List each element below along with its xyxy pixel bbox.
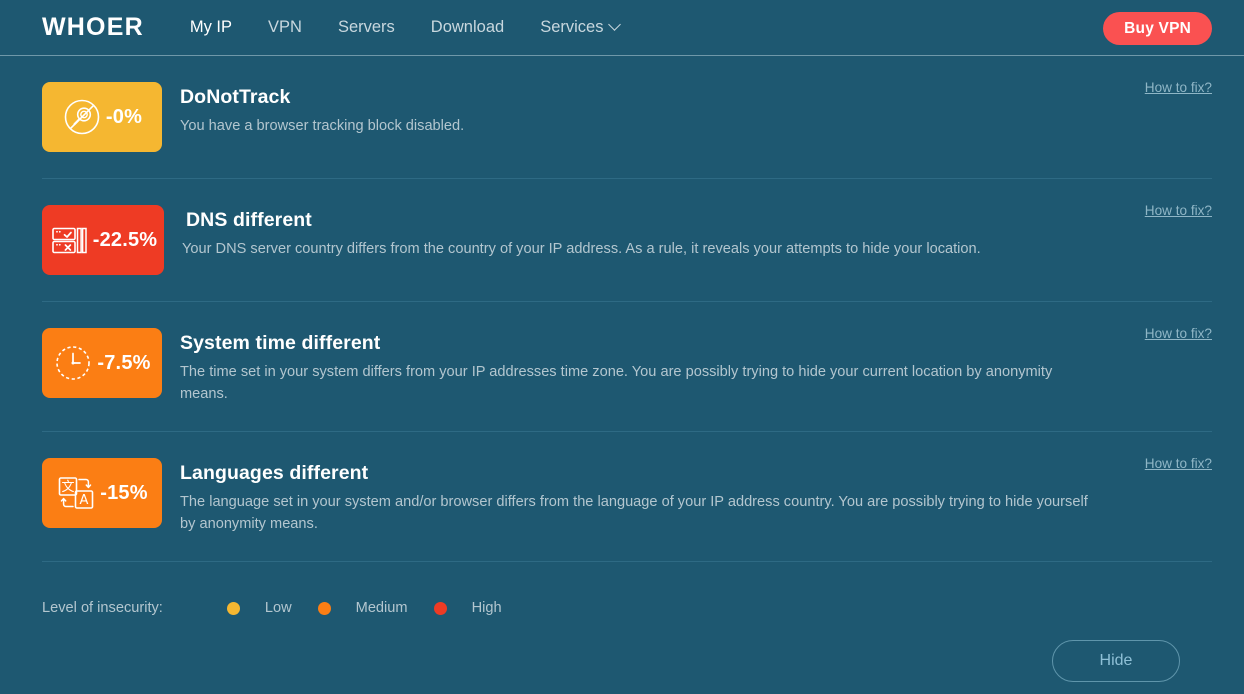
dns-server-icon xyxy=(51,227,87,254)
legend-text-medium: Medium xyxy=(355,600,408,617)
legend-label: Level of insecurity: xyxy=(42,600,163,617)
clock-icon xyxy=(56,346,91,380)
svg-text:A: A xyxy=(80,493,89,508)
severity-percent: -22.5% xyxy=(92,228,158,251)
row-title: Languages different xyxy=(180,462,369,485)
legend-item-medium: Medium xyxy=(317,600,408,617)
row-body: DNS different Your DNS server country di… xyxy=(182,205,1212,261)
row-title: DoNotTrack xyxy=(180,86,291,108)
svg-text:文: 文 xyxy=(62,480,75,495)
severity-badge-dns: -22.5% xyxy=(42,205,164,275)
legend-dot-medium xyxy=(317,601,331,615)
severity-badge-donottrack: -0% xyxy=(42,82,162,152)
insecurity-list: -0% DoNotTrack You have a browser tracki… xyxy=(42,56,1212,561)
nav-label-services: Services xyxy=(540,18,604,36)
chevron-down-icon xyxy=(608,18,622,31)
footer-actions: Hide xyxy=(42,616,1212,683)
legend: Level of insecurity: Low Medium High xyxy=(42,562,1212,616)
how-to-fix-link[interactable]: How to fix? xyxy=(1145,456,1212,471)
list-item: -7.5% System time different The time set… xyxy=(42,301,1212,431)
legend-section: Level of insecurity: Low Medium High xyxy=(42,561,1212,616)
nav-label-my-ip: My IP xyxy=(189,18,232,36)
row-description: The time set in your system differs from… xyxy=(180,364,1053,402)
nav-item-download[interactable]: Download xyxy=(431,18,504,37)
list-item: -0% DoNotTrack You have a browser tracki… xyxy=(42,56,1212,178)
nav-item-services[interactable]: Services xyxy=(540,18,622,37)
site-logo[interactable]: WHOER xyxy=(42,15,144,40)
main-navigation: My IP VPN Servers Download Services xyxy=(190,18,622,37)
row-description: Your DNS server country differs from the… xyxy=(182,241,981,257)
legend-item-low: Low xyxy=(226,600,292,617)
how-to-fix-link[interactable]: How to fix? xyxy=(1145,326,1212,341)
translate-icon: 文 A xyxy=(58,477,94,509)
how-to-fix-link[interactable]: How to fix? xyxy=(1145,203,1212,218)
no-track-icon xyxy=(64,99,100,135)
row-body: DoNotTrack You have a browser tracking b… xyxy=(180,82,1212,138)
severity-badge-languages: 文 A -15% xyxy=(42,458,162,529)
severity-percent: -7.5% xyxy=(97,351,151,374)
row-description: You have a browser tracking block disabl… xyxy=(180,118,465,134)
nav-item-my-ip[interactable]: My IP xyxy=(190,18,232,37)
site-header: WHOER My IP VPN Servers Download Service… xyxy=(0,0,1244,56)
row-title: DNS different xyxy=(186,209,312,231)
how-to-fix-link[interactable]: How to fix? xyxy=(1145,80,1212,95)
severity-percent: -15% xyxy=(100,481,148,504)
row-body: Languages different The language set in … xyxy=(180,458,1212,535)
nav-item-vpn[interactable]: VPN xyxy=(268,18,302,37)
legend-text-low: Low xyxy=(264,600,292,617)
row-title: System time different xyxy=(180,332,381,354)
row-body: System time different The time set in yo… xyxy=(180,328,1212,405)
row-description: The language set in your system and/or b… xyxy=(180,494,1088,532)
legend-dot-low xyxy=(226,601,240,615)
results-content: -0% DoNotTrack You have a browser tracki… xyxy=(0,56,1244,683)
legend-dot-high xyxy=(433,601,447,615)
severity-badge-system-time: -7.5% xyxy=(42,328,162,398)
nav-label-download: Download xyxy=(430,18,505,36)
list-item: 文 A -15% Languages different The languag… xyxy=(42,431,1212,561)
severity-percent: -0% xyxy=(105,105,143,128)
list-item: -22.5% DNS different Your DNS server cou… xyxy=(42,178,1212,301)
legend-item-high: High xyxy=(433,600,502,617)
nav-label-vpn: VPN xyxy=(268,18,302,36)
hide-button[interactable]: Hide xyxy=(1052,640,1180,683)
nav-item-servers[interactable]: Servers xyxy=(338,18,395,37)
buy-vpn-button[interactable]: Buy VPN xyxy=(1103,12,1212,45)
legend-text-high: High xyxy=(471,600,502,617)
nav-label-servers: Servers xyxy=(337,18,395,36)
